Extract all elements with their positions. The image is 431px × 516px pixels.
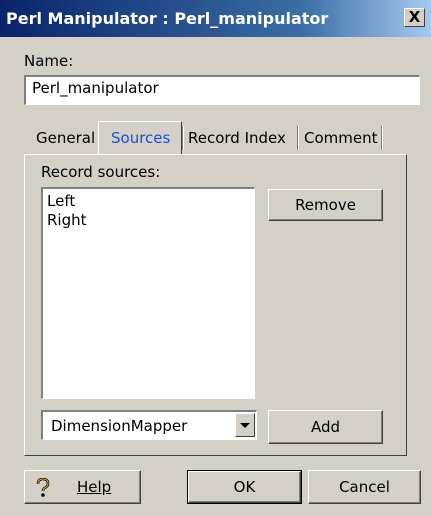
name-input[interactable]: Perl_manipulator [24, 75, 420, 105]
tab-separator [182, 126, 184, 150]
tab-record-index[interactable]: Record Index [188, 124, 286, 152]
help-label: Help [77, 478, 112, 496]
source-type-value: DimensionMapper [51, 417, 188, 435]
close-icon: X [408, 8, 421, 26]
chevron-down-icon[interactable] [235, 413, 255, 437]
window-title: Perl Manipulator : Perl_manipulator [6, 9, 329, 28]
tab-general[interactable]: General [36, 124, 95, 152]
tab-separator [297, 126, 299, 150]
remove-button[interactable]: Remove [268, 189, 383, 221]
record-sources-label: Record sources: [41, 163, 161, 181]
source-type-select[interactable]: DimensionMapper [41, 410, 257, 440]
record-sources-list[interactable]: Left Right [41, 187, 255, 399]
cancel-button[interactable]: Cancel [308, 470, 421, 504]
tab-separator [381, 126, 383, 150]
list-item[interactable]: Right [47, 211, 250, 230]
tab-comment[interactable]: Comment [304, 124, 378, 152]
tab-sources[interactable]: Sources [111, 124, 170, 152]
list-item[interactable]: Left [47, 192, 250, 211]
ok-button[interactable]: OK [187, 470, 302, 504]
help-button[interactable]: Help [24, 470, 141, 504]
add-button[interactable]: Add [268, 410, 383, 444]
close-button[interactable]: X [404, 8, 425, 27]
name-label: Name: [24, 52, 74, 70]
question-mark-icon [36, 478, 50, 497]
title-bar[interactable]: Perl Manipulator : Perl_manipulator X [0, 0, 431, 37]
